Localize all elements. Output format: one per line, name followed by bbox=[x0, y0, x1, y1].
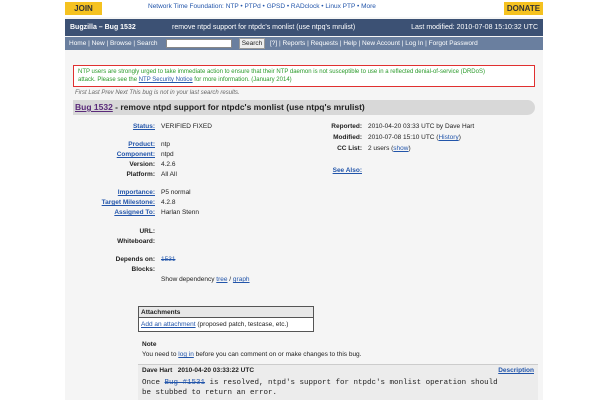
dependency-links: Show dependency tree / graph bbox=[161, 276, 250, 283]
page-container: JOIN Network Time Foundation: NTP • PTPd… bbox=[65, 0, 543, 400]
platform-value: All All bbox=[161, 171, 177, 178]
last-modified: Last modified: 2010-07-08 15:10:32 UTC bbox=[411, 24, 538, 31]
milestone-value: 4.2.8 bbox=[161, 199, 176, 206]
version-value: 4.2.6 bbox=[161, 161, 176, 168]
foundation-link-list[interactable]: NTP • PTPd • GPSD • RADclock • Linux PTP… bbox=[226, 3, 376, 10]
bug-navigation[interactable]: First Last Prev Next This bug is not in … bbox=[75, 90, 240, 96]
alert-line-1: NTP users are strongly urged to take imm… bbox=[78, 69, 485, 75]
add-attachment-link[interactable]: Add an attachment bbox=[141, 321, 196, 328]
foundation-bar: JOIN Network Time Foundation: NTP • PTPd… bbox=[65, 0, 543, 17]
add-attachment-note: (proposed patch, testcase, etc.) bbox=[195, 321, 289, 328]
page-title: Bugzilla – Bug 1532 bbox=[70, 24, 136, 31]
comment-header: Dave Hart 2010-04-20 03:33:22 UTC bbox=[142, 367, 254, 374]
bug-summary-header: remove ntpd support for ntpdc's monlist … bbox=[172, 24, 356, 31]
alert-line-2a: attack. Please see the bbox=[78, 77, 139, 83]
assigned-label[interactable]: Assigned To: bbox=[65, 209, 155, 216]
comment-0: Dave Hart 2010-04-20 03:33:22 UTC Descri… bbox=[138, 364, 538, 400]
quicksearch-input[interactable] bbox=[166, 39, 232, 48]
dependency-graph-link[interactable]: graph bbox=[233, 276, 250, 283]
alert-line-2b: for more information. (January 2014) bbox=[192, 77, 292, 83]
attachments-header: Attachments bbox=[139, 307, 313, 318]
nav-links-right[interactable]: [?] | Reports | Requests | Help | New Ac… bbox=[270, 37, 478, 50]
modified-date: 2010-07-08 15:10 UTC ( bbox=[368, 134, 439, 141]
search-button[interactable]: Search bbox=[239, 38, 265, 49]
note-title: Note bbox=[142, 341, 157, 348]
platform-label: Platform: bbox=[126, 171, 155, 178]
see-also-label[interactable]: See Also: bbox=[302, 167, 362, 174]
version-label: Version: bbox=[129, 161, 155, 168]
history-link[interactable]: History bbox=[438, 134, 458, 141]
note-text-1: You need to bbox=[142, 351, 179, 358]
dependency-tree-link[interactable]: tree bbox=[216, 276, 227, 283]
product-label[interactable]: Product: bbox=[65, 141, 155, 148]
bug-id-link[interactable]: Bug 1532 bbox=[75, 102, 113, 112]
foundation-links[interactable]: Network Time Foundation: NTP • PTPd • GP… bbox=[148, 3, 376, 10]
bug-title: - remove ntpd support for ntpdc's monlis… bbox=[112, 102, 365, 112]
show-dependency-text: Show dependency bbox=[161, 276, 217, 283]
login-note: Note You need to log in before you can c… bbox=[138, 340, 538, 360]
comment-author: Dave Hart bbox=[142, 367, 173, 374]
comment-line-1a: Once bbox=[142, 379, 165, 387]
cc-list-label: CC List: bbox=[337, 145, 362, 152]
comment-line-2: be stubbed to return an error. bbox=[142, 388, 278, 397]
blocks-label: Blocks: bbox=[131, 266, 155, 273]
comment-date: 2010-04-20 03:33:22 UTC bbox=[177, 367, 255, 374]
url-label: URL: bbox=[139, 228, 155, 235]
page-header: Bugzilla – Bug 1532 remove ntpd support … bbox=[65, 19, 543, 36]
modified-value: 2010-07-08 15:10 UTC (History) bbox=[368, 134, 461, 141]
cc-show-link[interactable]: show bbox=[393, 145, 408, 152]
depends-bug-link[interactable]: 1531 bbox=[161, 256, 175, 263]
join-button[interactable]: JOIN bbox=[65, 2, 102, 15]
whiteboard-label: Whiteboard: bbox=[117, 238, 155, 245]
modified-label: Modified: bbox=[333, 134, 362, 141]
donate-button[interactable]: DONATE bbox=[504, 2, 543, 15]
cc-count: 2 users ( bbox=[368, 145, 394, 152]
login-link[interactable]: log in bbox=[178, 351, 194, 358]
bug-title-bar: Bug 1532 - remove ntpd support for ntpdc… bbox=[73, 100, 535, 115]
importance-value: P5 normal bbox=[161, 189, 191, 196]
component-value: ntpd bbox=[161, 151, 174, 158]
importance-label[interactable]: Importance: bbox=[65, 189, 155, 196]
comment-line-1b: is resolved, ntpd's support for ntpdc's … bbox=[205, 379, 498, 387]
security-notice-link[interactable]: NTP Security Notice bbox=[139, 77, 193, 83]
depends-label: Depends on: bbox=[115, 256, 155, 263]
product-value: ntp bbox=[161, 141, 171, 148]
attachments-add-row: Add an attachment (proposed patch, testc… bbox=[139, 318, 313, 331]
comment-bug-link[interactable]: Bug #1531 bbox=[165, 379, 206, 387]
status-label[interactable]: Status: bbox=[65, 123, 155, 130]
main-nav: Home | New | Browse | Search Search [?] … bbox=[65, 37, 543, 50]
comment-body: Once Bug #1531 is resolved, ntpd's suppo… bbox=[142, 379, 498, 398]
comment-description-link[interactable]: Description bbox=[498, 367, 534, 374]
status-value: VERIFIED FIXED bbox=[161, 123, 212, 130]
milestone-label[interactable]: Target Milestone: bbox=[65, 199, 155, 206]
reported-value: 2010-04-20 03:33 UTC by Dave Hart bbox=[368, 123, 475, 130]
cc-close: ) bbox=[408, 145, 411, 152]
foundation-label: Network Time Foundation: bbox=[148, 3, 224, 10]
modified-close: ) bbox=[458, 134, 461, 141]
reported-label: Reported: bbox=[331, 123, 362, 130]
component-label[interactable]: Component: bbox=[65, 151, 155, 158]
note-text-2: before you can comment on or make change… bbox=[193, 351, 362, 358]
security-alert: NTP users are strongly urged to take imm… bbox=[73, 65, 535, 87]
cc-list-value: 2 users (show) bbox=[368, 145, 411, 152]
assigned-value: Harlan Stenn bbox=[161, 209, 199, 216]
attachments-table: Attachments Add an attachment (proposed … bbox=[138, 306, 314, 332]
nav-links-left[interactable]: Home | New | Browse | Search bbox=[69, 37, 158, 50]
